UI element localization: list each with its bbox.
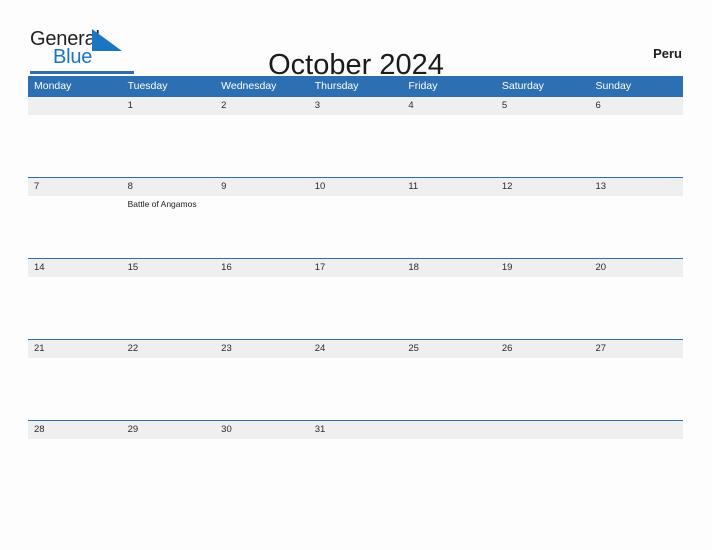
week-event-band	[28, 439, 683, 501]
week-date-band: 1 2 3 4 5 6	[28, 96, 683, 115]
day-number[interactable]: 23	[215, 340, 309, 358]
day-cell[interactable]	[589, 439, 683, 501]
day-number[interactable]: 16	[215, 259, 309, 277]
day-number[interactable]: 9	[215, 178, 309, 196]
day-number[interactable]: 11	[402, 178, 496, 196]
day-number[interactable]	[496, 421, 590, 439]
day-number[interactable]: 18	[402, 259, 496, 277]
day-cell[interactable]	[28, 196, 122, 258]
week-event-band: Battle of Angamos	[28, 196, 683, 258]
day-number[interactable]: 6	[589, 97, 683, 115]
day-cell[interactable]	[215, 277, 309, 339]
day-cell[interactable]	[28, 439, 122, 501]
country-label: Peru	[653, 46, 682, 61]
day-cell[interactable]	[402, 277, 496, 339]
day-cell[interactable]	[309, 358, 403, 420]
day-number[interactable]: 8	[122, 178, 216, 196]
weekday-header-tuesday: Tuesday	[127, 80, 168, 92]
day-cell[interactable]	[28, 115, 122, 177]
weekday-header-saturday: Saturday	[501, 80, 544, 92]
day-number[interactable]: 31	[309, 421, 403, 439]
day-cell[interactable]	[402, 196, 496, 258]
day-number[interactable]: 7	[28, 178, 122, 196]
day-number[interactable]: 13	[589, 178, 683, 196]
flag-triangle-icon	[92, 29, 122, 51]
week-row: 28 29 30 31	[28, 420, 683, 501]
day-cell[interactable]	[309, 115, 403, 177]
weekday-header-row: Monday Tuesday Wednesday Thursday Friday…	[28, 76, 683, 96]
day-number[interactable]: 12	[496, 178, 590, 196]
day-cell[interactable]	[589, 358, 683, 420]
page-header: General Blue October 2024 Peru	[0, 0, 712, 81]
week-date-band: 21 22 23 24 25 26 27	[28, 339, 683, 358]
week-date-band: 7 8 9 10 11 12 13	[28, 177, 683, 196]
day-cell[interactable]	[402, 115, 496, 177]
week-event-band	[28, 358, 683, 420]
day-cell[interactable]	[402, 439, 496, 501]
day-cell[interactable]	[496, 277, 590, 339]
day-cell[interactable]	[122, 115, 216, 177]
weekday-header-wednesday: Wednesday	[221, 80, 277, 92]
day-cell[interactable]	[215, 196, 309, 258]
day-number[interactable]: 24	[309, 340, 403, 358]
day-cell[interactable]	[122, 439, 216, 501]
day-number[interactable]: 1	[122, 97, 216, 115]
day-cell[interactable]	[122, 277, 216, 339]
day-cell[interactable]: Battle of Angamos	[122, 196, 216, 258]
week-event-band	[28, 277, 683, 339]
day-number[interactable]	[402, 421, 496, 439]
day-cell[interactable]	[215, 115, 309, 177]
day-number[interactable]: 4	[402, 97, 496, 115]
day-cell[interactable]	[402, 358, 496, 420]
day-number[interactable]: 29	[122, 421, 216, 439]
week-date-band: 28 29 30 31	[28, 420, 683, 439]
day-cell[interactable]	[28, 358, 122, 420]
day-number[interactable]: 21	[28, 340, 122, 358]
day-cell[interactable]	[215, 439, 309, 501]
day-cell[interactable]	[28, 277, 122, 339]
day-cell[interactable]	[309, 277, 403, 339]
day-number[interactable]: 17	[309, 259, 403, 277]
event-label: Battle of Angamos	[127, 199, 197, 209]
weekday-header-monday: Monday	[34, 80, 72, 92]
day-number[interactable]	[28, 97, 122, 115]
day-cell[interactable]	[496, 196, 590, 258]
weekday-header-thursday: Thursday	[314, 80, 359, 92]
day-cell[interactable]	[589, 196, 683, 258]
day-cell[interactable]	[309, 439, 403, 501]
day-number[interactable]: 22	[122, 340, 216, 358]
weekday-header-friday: Friday	[408, 80, 438, 92]
day-number[interactable]: 3	[309, 97, 403, 115]
day-number[interactable]: 5	[496, 97, 590, 115]
day-cell[interactable]	[496, 439, 590, 501]
day-number[interactable]	[589, 421, 683, 439]
day-cell[interactable]	[122, 358, 216, 420]
day-number[interactable]: 20	[589, 259, 683, 277]
week-event-band	[28, 115, 683, 177]
day-cell[interactable]	[589, 277, 683, 339]
day-number[interactable]: 10	[309, 178, 403, 196]
week-date-band: 14 15 16 17 18 19 20	[28, 258, 683, 277]
day-cell[interactable]	[589, 115, 683, 177]
week-row: 14 15 16 17 18 19 20	[28, 258, 683, 339]
week-row: 7 8 9 10 11 12 13 Battle of Angamos	[28, 177, 683, 258]
day-cell[interactable]	[215, 358, 309, 420]
day-number[interactable]: 19	[496, 259, 590, 277]
day-cell[interactable]	[496, 358, 590, 420]
day-cell[interactable]	[309, 196, 403, 258]
day-number[interactable]: 30	[215, 421, 309, 439]
day-number[interactable]: 15	[122, 259, 216, 277]
day-cell[interactable]	[496, 115, 590, 177]
week-row: 21 22 23 24 25 26 27	[28, 339, 683, 420]
calendar-grid: Monday Tuesday Wednesday Thursday Friday…	[28, 76, 683, 501]
day-number[interactable]: 25	[402, 340, 496, 358]
day-number[interactable]: 2	[215, 97, 309, 115]
weekday-header-sunday: Sunday	[595, 80, 632, 92]
day-number[interactable]: 14	[28, 259, 122, 277]
day-number[interactable]: 27	[589, 340, 683, 358]
week-row: 1 2 3 4 5 6	[28, 96, 683, 177]
day-number[interactable]: 28	[28, 421, 122, 439]
day-number[interactable]: 26	[496, 340, 590, 358]
calendar-page: General Blue October 2024 Peru Monday Tu…	[0, 0, 712, 550]
